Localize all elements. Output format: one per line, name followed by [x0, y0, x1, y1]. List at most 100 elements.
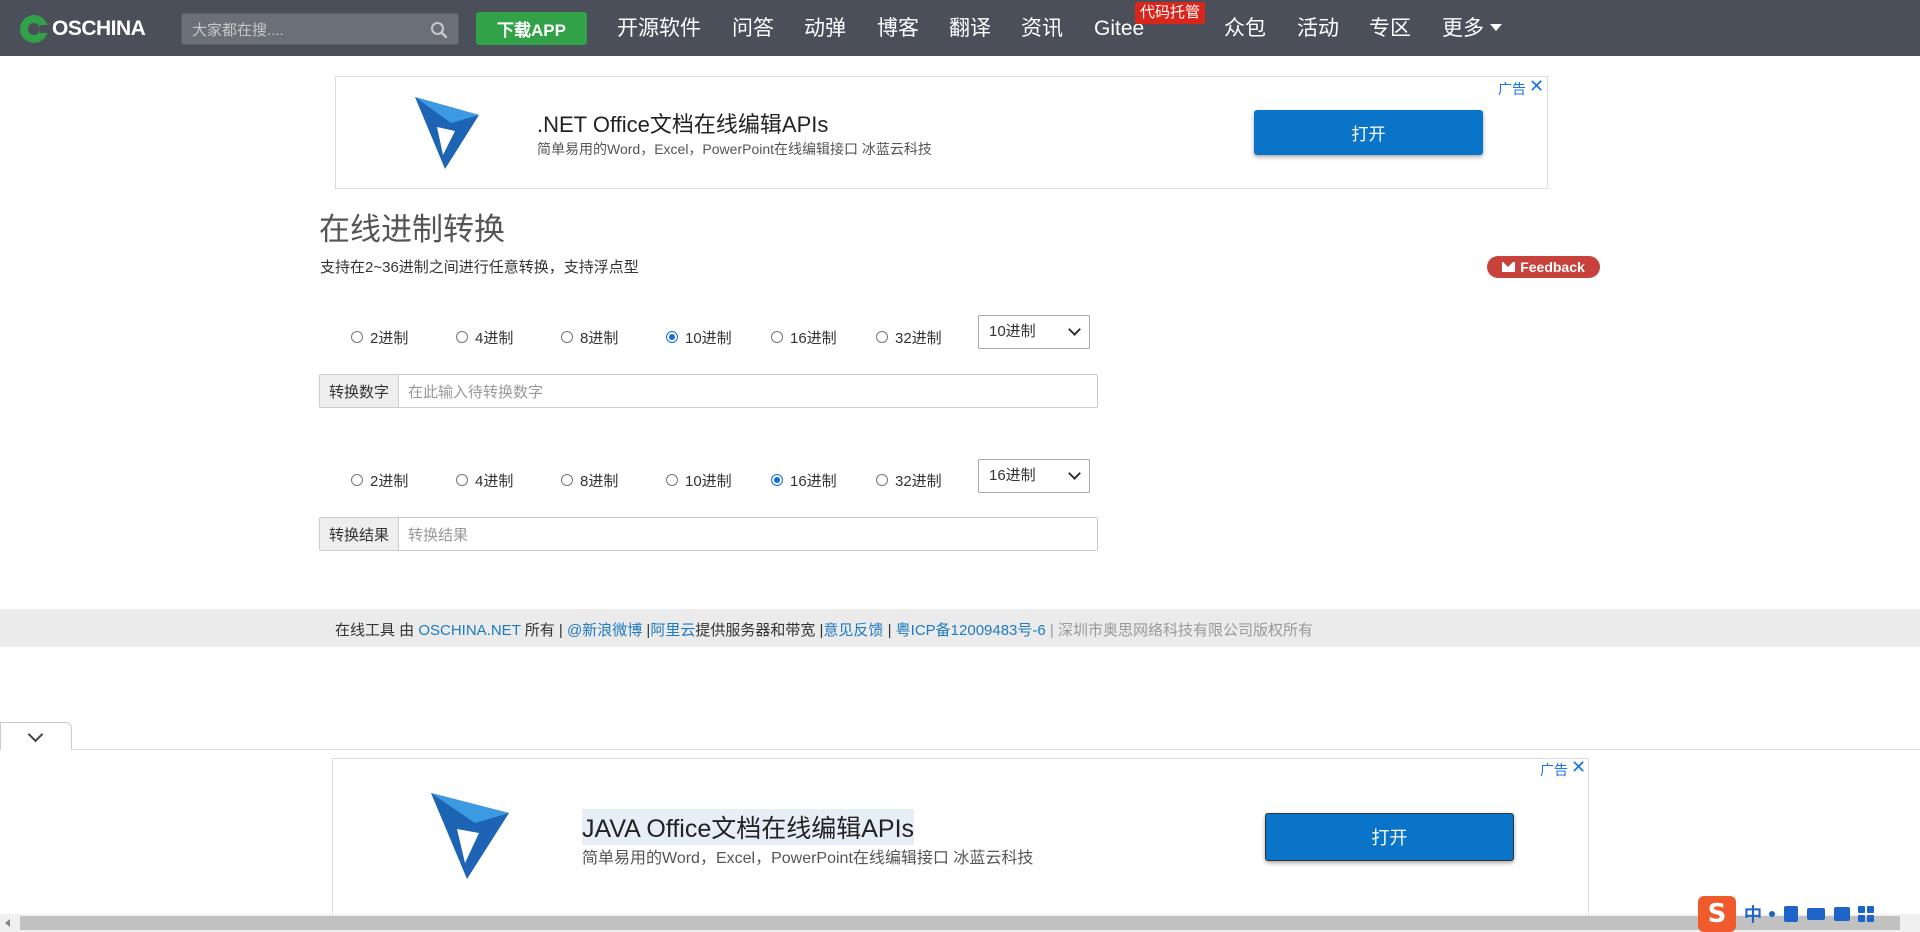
gitee-badge: 代码托管: [1135, 2, 1206, 24]
from-radix-2[interactable]: 2进制: [351, 325, 435, 349]
ad-collapse-toggle[interactable]: [0, 722, 72, 750]
footer-link-oschina[interactable]: OSCHINA.NET: [418, 622, 520, 639]
search-icon[interactable]: [430, 21, 448, 39]
ad-close-icon[interactable]: ✕: [1571, 757, 1586, 778]
radio-label: 10进制: [685, 329, 732, 347]
nav-item-zones[interactable]: 专区: [1369, 0, 1411, 56]
divider: [72, 749, 1920, 750]
radio-label: 8进制: [580, 472, 619, 490]
footer-text-part: 所有 |: [520, 622, 567, 639]
radio-label: 32进制: [895, 472, 942, 490]
search-input[interactable]: [190, 14, 424, 46]
radio-button[interactable]: [666, 474, 678, 486]
caret-down-icon: [1490, 23, 1502, 31]
radio-button[interactable]: [351, 474, 363, 486]
keyboard-icon[interactable]: [1807, 907, 1825, 920]
from-radix-10[interactable]: 10进制: [666, 325, 750, 349]
ad-description: 简单易用的Word，Excel，PowerPoint在线编辑接口 冰蓝云科技: [537, 141, 932, 157]
radio-label: 2进制: [370, 472, 409, 490]
from-radix-16[interactable]: 16进制: [771, 325, 855, 349]
footer-link-weibo[interactable]: @新浪微博: [567, 622, 642, 639]
chevron-down-icon: [1068, 467, 1081, 480]
to-radix-32[interactable]: 32进制: [876, 468, 960, 492]
oschina-logo-icon: [20, 15, 49, 43]
radio-button[interactable]: [771, 331, 783, 343]
from-radix-select[interactable]: 10进制: [978, 315, 1090, 349]
ad-logo-icon: [431, 793, 509, 879]
radio-button[interactable]: [351, 331, 363, 343]
from-radix-4[interactable]: 4进制: [456, 325, 540, 349]
nav-item-open-source[interactable]: 开源软件: [617, 0, 701, 56]
footer-copyright: 深圳市奥思网络科技有限公司版权所有: [1057, 622, 1313, 639]
footer-link-feedback[interactable]: 意见反馈: [823, 622, 883, 639]
ime-mode-toggle[interactable]: 中: [1744, 901, 1762, 927]
footer-text-part: |: [1045, 622, 1058, 639]
radio-button[interactable]: [456, 331, 468, 343]
to-radix-group: 2进制 4进制 8进制 10进制 16进制 32进制: [351, 468, 981, 492]
ad-open-button[interactable]: 打开: [1265, 813, 1514, 861]
ad-close-icon[interactable]: ✕: [1529, 76, 1544, 97]
footer-link-icp[interactable]: 粤ICP备12009483号-6: [896, 622, 1046, 639]
to-radix-select[interactable]: 16进制: [978, 459, 1090, 493]
microphone-icon[interactable]: [1784, 905, 1798, 922]
radio-label: 32进制: [895, 329, 942, 347]
ime-toolbar[interactable]: S 中: [1698, 895, 1920, 932]
radio-button[interactable]: [456, 474, 468, 486]
nav-item-events[interactable]: 活动: [1297, 0, 1339, 56]
scroll-left-arrow-icon[interactable]: [5, 919, 10, 927]
ad-title: .NET Office文档在线编辑APIs: [537, 112, 829, 137]
footer-text: 在线工具 由 OSCHINA.NET 所有 | @新浪微博 | 阿里云提供服务器和…: [335, 619, 1313, 640]
result-field: 转换结果: [319, 517, 1098, 552]
download-app-button[interactable]: 下载APP: [476, 12, 587, 45]
footer-text-part: |: [883, 622, 896, 639]
nav-item-more[interactable]: 更多: [1442, 0, 1502, 56]
ad-banner-top[interactable]: .NET Office文档在线编辑APIs 简单易用的Word，Excel，Po…: [335, 76, 1548, 189]
radio-button-checked[interactable]: [771, 474, 783, 486]
input-number-field: 转换数字: [319, 374, 1098, 409]
oschina-logo[interactable]: OSCHINA: [20, 14, 146, 44]
nav-item-tweets[interactable]: 动弹: [804, 0, 846, 56]
radio-button[interactable]: [876, 331, 888, 343]
to-radix-8[interactable]: 8进制: [561, 468, 645, 492]
nav-item-blog[interactable]: 博客: [877, 0, 919, 56]
feedback-label: Feedback: [1520, 259, 1585, 275]
radio-button[interactable]: [561, 331, 573, 343]
to-radix-16[interactable]: 16进制: [771, 468, 855, 492]
input-number-label: 转换数字: [320, 375, 399, 407]
radio-label: 4进制: [475, 472, 514, 490]
nav-item-crowdsourcing[interactable]: 众包: [1224, 0, 1266, 56]
radio-button-checked[interactable]: [666, 331, 678, 343]
ad-open-button[interactable]: 打开: [1254, 110, 1483, 155]
from-radix-32[interactable]: 32进制: [876, 325, 960, 349]
radio-label: 10进制: [685, 472, 732, 490]
footer-text-part: 提供服务器和带宽 |: [695, 622, 824, 639]
ad-label: 广告: [1498, 81, 1526, 97]
input-number[interactable]: [406, 375, 1090, 409]
nav-item-translate[interactable]: 翻译: [949, 0, 991, 56]
radio-label: 4进制: [475, 329, 514, 347]
ime-menu-grid-icon[interactable]: [1858, 905, 1874, 922]
nav-item-news[interactable]: 资讯: [1021, 0, 1063, 56]
horizontal-scrollbar[interactable]: [0, 914, 1920, 932]
nav-item-qa[interactable]: 问答: [732, 0, 774, 56]
skin-icon[interactable]: [1834, 906, 1850, 921]
from-radix-8[interactable]: 8进制: [561, 325, 645, 349]
from-radix-select-value: 10进制: [989, 323, 1036, 340]
result-input[interactable]: [406, 518, 1090, 552]
radio-button[interactable]: [876, 474, 888, 486]
to-radix-4[interactable]: 4进制: [456, 468, 540, 492]
feedback-button[interactable]: Feedback: [1487, 256, 1600, 278]
ad-description: 简单易用的Word，Excel，PowerPoint在线编辑接口 冰蓝云科技: [582, 850, 1034, 867]
ad-banner-bottom[interactable]: JAVA Office文档在线编辑APIs 简单易用的Word，Excel，Po…: [332, 757, 1589, 914]
nav-more-label: 更多: [1442, 17, 1484, 40]
to-radix-10[interactable]: 10进制: [666, 468, 750, 492]
sogou-ime-logo-icon[interactable]: S: [1698, 895, 1736, 932]
radio-button[interactable]: [561, 474, 573, 486]
footer-link-aliyun[interactable]: 阿里云: [650, 622, 695, 639]
from-radix-group: 2进制 4进制 8进制 10进制 16进制 32进制: [351, 325, 981, 349]
scrollbar-thumb[interactable]: [20, 916, 1900, 930]
to-radix-2[interactable]: 2进制: [351, 468, 435, 492]
mail-icon: [1502, 262, 1516, 272]
ime-punctuation-icon[interactable]: [1769, 910, 1775, 917]
footer: 在线工具 由 OSCHINA.NET 所有 | @新浪微博 | 阿里云提供服务器和…: [0, 609, 1920, 647]
